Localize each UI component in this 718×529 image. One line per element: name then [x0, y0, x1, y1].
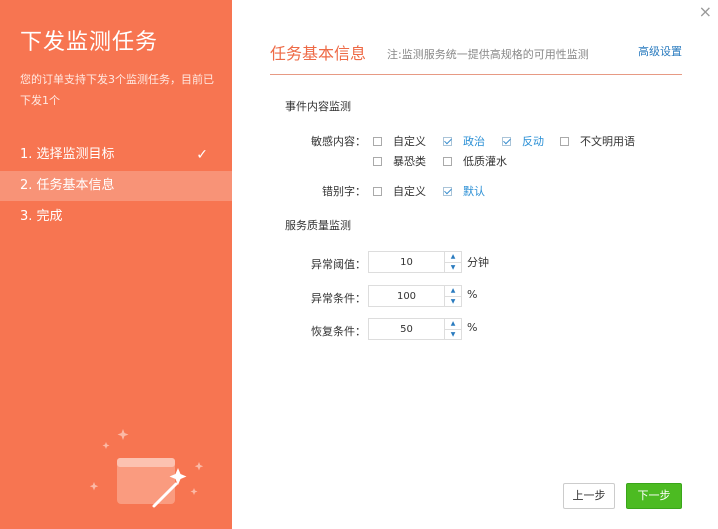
checkbox-box[interactable]	[373, 156, 382, 166]
checkbox-label: 政治	[463, 135, 485, 148]
checkbox-label: 反动	[522, 135, 544, 148]
section-heading-event: 事件内容监测	[285, 100, 351, 113]
increment-icon[interactable]: ▲	[444, 251, 462, 263]
step-basic-info[interactable]: 2. 任务基本信息	[0, 171, 232, 201]
recovery-condition-input[interactable]: 50	[368, 318, 444, 340]
checkbox-box[interactable]	[373, 136, 382, 146]
check-icon: ✓	[196, 147, 208, 163]
checkbox-label: 暴恐类	[393, 155, 426, 168]
header-note: 注:监测服务统一提供高规格的可用性监测	[387, 48, 589, 61]
checkbox-box[interactable]	[443, 186, 452, 196]
checkbox-custom-sensitive[interactable]: 自定义	[373, 133, 426, 149]
step-complete[interactable]: 3. 完成	[0, 202, 232, 232]
checkbox-label: 不文明用语	[580, 135, 635, 148]
checkbox-terror[interactable]: 暴恐类	[373, 153, 426, 169]
checkbox-label: 自定义	[393, 135, 426, 148]
step-select-target[interactable]: 1. 选择监测目标 ✓	[0, 140, 232, 170]
sidebar-title: 下发监测任务	[20, 30, 159, 55]
advanced-settings-link[interactable]: 高级设置	[638, 43, 682, 59]
threshold-unit: 分钟	[467, 256, 489, 269]
checkbox-custom-typo[interactable]: 自定义	[373, 183, 426, 199]
sidebar: 下发监测任务 您的订单支持下发3个监测任务，目前已下发1个 1. 选择监测目标 …	[0, 0, 232, 529]
checkbox-reactionary[interactable]: 反动	[502, 133, 544, 149]
main-panel: 任务基本信息 注:监测服务统一提供高规格的可用性监测 高级设置 事件内容监测 敏…	[232, 0, 718, 529]
abnormal-condition-stepper[interactable]: 100 ▲ ▼	[368, 285, 462, 307]
page-title: 任务基本信息	[270, 44, 367, 63]
recovery-condition-stepper[interactable]: 50 ▲ ▼	[368, 318, 462, 340]
checkbox-box[interactable]	[502, 136, 511, 146]
recovery-condition-unit: %	[467, 321, 478, 334]
abnormal-condition-label: 异常条件：	[311, 292, 366, 305]
threshold-stepper[interactable]: 10 ▲ ▼	[368, 251, 462, 273]
step-list: 1. 选择监测目标 ✓ 2. 任务基本信息 3. 完成	[0, 140, 232, 233]
increment-icon[interactable]: ▲	[444, 285, 462, 297]
sensitive-content-label: 敏感内容：	[311, 135, 366, 148]
typo-label: 错别字：	[322, 185, 366, 198]
previous-step-button[interactable]: 上一步	[563, 483, 615, 509]
checkbox-box[interactable]	[373, 186, 382, 196]
checkbox-box[interactable]	[443, 156, 452, 166]
checkbox-default-typo[interactable]: 默认	[443, 183, 485, 199]
checkbox-box[interactable]	[443, 136, 452, 146]
checkbox-box[interactable]	[560, 136, 569, 146]
recovery-condition-label: 恢复条件：	[311, 325, 366, 338]
decrement-icon[interactable]: ▼	[444, 296, 462, 307]
checkbox-label: 低质灌水	[463, 155, 507, 168]
threshold-label: 异常阈值：	[311, 258, 366, 271]
step-label: 3. 完成	[20, 209, 63, 224]
quota-description: 您的订单支持下发3个监测任务，目前已下发1个	[20, 73, 214, 107]
checkbox-label: 自定义	[393, 185, 426, 198]
checkbox-label: 默认	[463, 185, 485, 198]
panel-header: 任务基本信息 注:监测服务统一提供高规格的可用性监测 高级设置	[270, 38, 682, 75]
checkbox-low-quality-spam[interactable]: 低质灌水	[443, 153, 507, 169]
abnormal-condition-unit: %	[467, 288, 478, 301]
step-label: 2. 任务基本信息	[20, 178, 115, 193]
decrement-icon[interactable]: ▼	[444, 329, 462, 340]
checkbox-uncivil-language[interactable]: 不文明用语	[560, 133, 635, 149]
decrement-icon[interactable]: ▼	[444, 262, 462, 273]
magic-wand-illustration	[89, 429, 204, 508]
abnormal-condition-input[interactable]: 100	[368, 285, 444, 307]
next-step-button[interactable]: 下一步	[626, 483, 682, 509]
threshold-input[interactable]: 10	[368, 251, 444, 273]
section-heading-quality: 服务质量监测	[285, 219, 351, 232]
increment-icon[interactable]: ▲	[444, 318, 462, 330]
checkbox-politics[interactable]: 政治	[443, 133, 485, 149]
step-label: 1. 选择监测目标	[20, 147, 115, 162]
